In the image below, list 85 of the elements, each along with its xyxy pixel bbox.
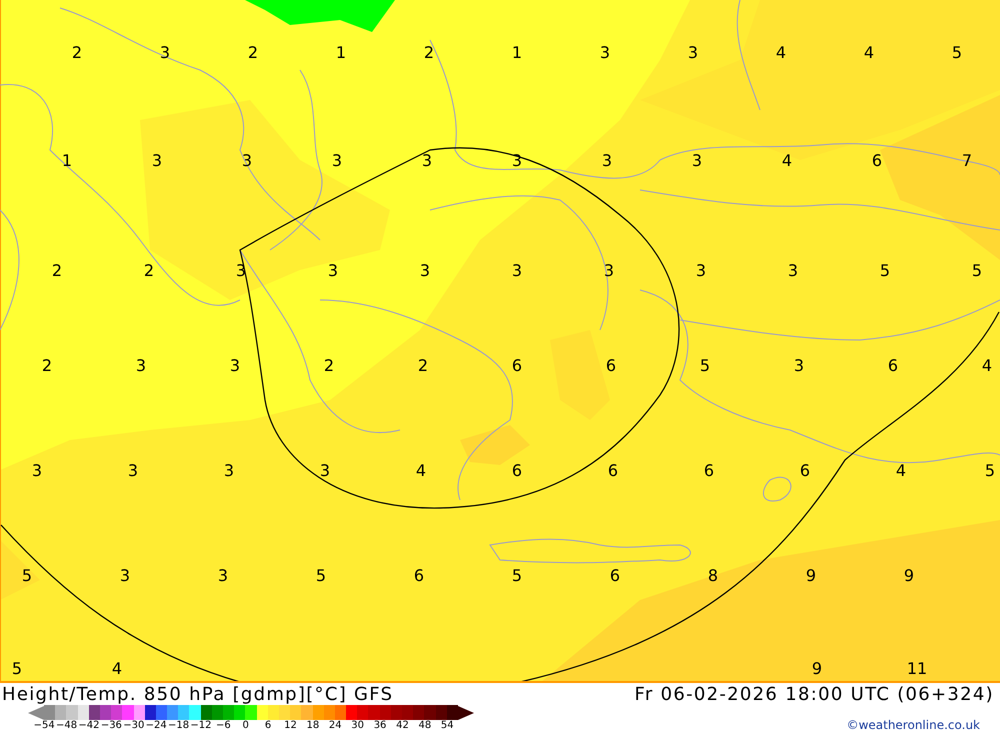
temperature-label: 5 — [316, 566, 326, 585]
temperature-label: 6 — [608, 461, 618, 480]
temperature-label: 6 — [888, 356, 898, 375]
temperature-label: 1 — [62, 151, 72, 170]
temperature-label: 6 — [704, 461, 714, 480]
temperature-label: 3 — [120, 566, 130, 585]
scale-tick-label: −48 — [55, 720, 78, 732]
temperature-label: 9 — [904, 566, 914, 585]
temperature-label: 3 — [320, 461, 330, 480]
temperature-label: 9 — [806, 566, 816, 585]
temperature-label: 3 — [224, 461, 234, 480]
temperature-label: 2 — [248, 43, 258, 62]
temperature-label: 11 — [906, 659, 928, 678]
temperature-label: 3 — [788, 261, 798, 280]
temperature-label: 3 — [128, 461, 138, 480]
temperature-label: 6 — [512, 461, 522, 480]
temperature-label: 4 — [416, 461, 426, 480]
temperature-label: 2 — [424, 43, 434, 62]
scale-tick-label: 24 — [328, 720, 343, 732]
temperature-label: 3 — [218, 566, 228, 585]
temperature-label: 3 — [332, 151, 342, 170]
temperature-label: 6 — [414, 566, 424, 585]
temperature-label: 3 — [152, 151, 162, 170]
temperature-label: 3 — [600, 43, 610, 62]
temperature-label: 5 — [984, 461, 996, 480]
temperature-label: 2 — [324, 356, 334, 375]
temperature-label: 6 — [610, 566, 620, 585]
temperature-label: 3 — [688, 43, 698, 62]
temperature-label: 6 — [872, 151, 882, 170]
temperature-label: 5 — [972, 261, 982, 280]
scale-tick-label: 12 — [283, 720, 298, 732]
temperature-label: 2 — [418, 356, 428, 375]
temperature-label: 2 — [144, 261, 154, 280]
scale-tick-label: 6 — [264, 720, 272, 732]
scale-tick-label: −18 — [167, 720, 190, 732]
chart-title: Height/Temp. 850 hPa [gdmp][°C] GFS — [2, 684, 394, 704]
scale-tick-label: 42 — [395, 720, 410, 732]
temperature-label: 5 — [12, 659, 22, 678]
temperature-label: 4 — [896, 461, 906, 480]
scale-tick-label: −42 — [78, 720, 100, 732]
temperature-label: 4 — [864, 43, 874, 62]
credit-text: ©weatheronline.co.uk — [846, 718, 980, 732]
temperature-label: 4 — [782, 151, 792, 170]
temperature-label: 6 — [606, 356, 616, 375]
scale-tick-label: −36 — [100, 720, 123, 732]
temperature-label: 3 — [420, 261, 430, 280]
temperature-label: 9 — [812, 659, 822, 678]
temperature-label: 5 — [22, 566, 32, 585]
temperature-label: 3 — [230, 356, 240, 375]
temperature-label: 8 — [708, 566, 718, 585]
scale-tick-label: −30 — [122, 720, 145, 732]
temperature-label: 2 — [52, 261, 62, 280]
temperature-label: 6 — [512, 356, 522, 375]
temperature-label: 3 — [512, 261, 522, 280]
scale-tick-label: −12 — [190, 720, 212, 732]
temperature-label: 5 — [512, 566, 522, 585]
scale-tick-label: 0 — [242, 720, 250, 732]
scale-tick-label: 48 — [417, 720, 432, 732]
temperature-label: 3 — [696, 261, 706, 280]
temperature-label: 2 — [72, 43, 82, 62]
scale-tick-label: 54 — [440, 720, 455, 732]
temperature-label: 2 — [42, 356, 52, 375]
scale-tick-label: −6 — [214, 720, 232, 732]
temperature-label: 1 — [336, 43, 346, 62]
temperature-label: 3 — [328, 261, 338, 280]
temperature-label: 3 — [602, 151, 612, 170]
temperature-label: 3 — [692, 151, 702, 170]
temperature-label: 3 — [422, 151, 432, 170]
temperature-label: 1 — [512, 43, 522, 62]
temperature-label: 5 — [700, 356, 710, 375]
temperature-label: 3 — [136, 356, 146, 375]
temperature-label: 4 — [982, 356, 992, 375]
temperature-label: 4 — [776, 43, 786, 62]
scale-tick-label: −24 — [144, 720, 168, 732]
valid-time: Fr 06-02-2026 18:00 UTC (06+324) — [634, 684, 994, 704]
scale-tick-label: 18 — [306, 720, 320, 732]
temperature-label: 6 — [800, 461, 810, 480]
temperature-label: 3 — [794, 356, 804, 375]
scale-tick-label: −54 — [33, 720, 56, 732]
temperature-label: 5 — [952, 43, 962, 62]
temperature-label: 3 — [32, 461, 42, 480]
temperature-label: 4 — [112, 659, 122, 678]
temperature-label: 5 — [880, 261, 890, 280]
scale-tick-label: 36 — [372, 720, 388, 732]
scale-tick-label: 30 — [350, 720, 366, 732]
